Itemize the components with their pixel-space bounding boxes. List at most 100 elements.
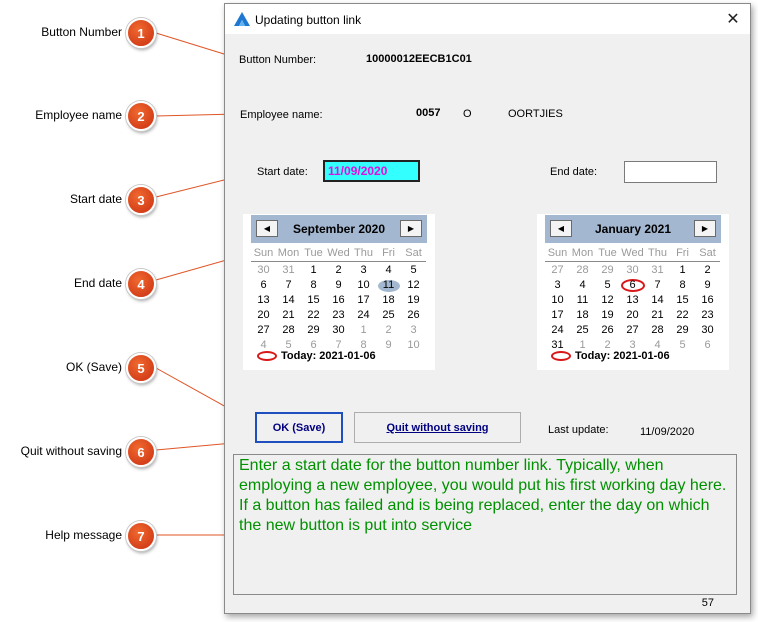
calendar-day[interactable]: 16 xyxy=(326,293,351,308)
calendar-day[interactable]: 7 xyxy=(276,278,301,293)
calendar-day[interactable]: 29 xyxy=(595,263,620,278)
calendar-day-today[interactable]: 6 xyxy=(620,278,645,293)
calendar-day[interactable]: 23 xyxy=(695,308,720,323)
calendar-day[interactable]: 26 xyxy=(401,308,426,323)
calendar-day[interactable]: 8 xyxy=(670,278,695,293)
calendar-day[interactable]: 24 xyxy=(545,323,570,338)
calendar-day[interactable]: 15 xyxy=(301,293,326,308)
calendar-day[interactable]: 2 xyxy=(695,263,720,278)
ok-save-button[interactable]: OK (Save) xyxy=(255,412,343,443)
calendar-day[interactable]: 25 xyxy=(570,323,595,338)
calendar-day[interactable]: 14 xyxy=(276,293,301,308)
calendar-day[interactable]: 8 xyxy=(301,278,326,293)
calendar-day[interactable]: 9 xyxy=(376,338,401,353)
calendar-day[interactable]: 21 xyxy=(276,308,301,323)
calendar-day[interactable]: 10 xyxy=(351,278,376,293)
help-message-box: Enter a start date for the button number… xyxy=(233,454,737,595)
calendar-today-link[interactable]: Today: 2021-01-06 xyxy=(551,350,670,362)
calendar-day[interactable]: 28 xyxy=(276,323,301,338)
callout-label-button-number: Button Number xyxy=(41,25,122,39)
calendar-day[interactable]: 30 xyxy=(326,323,351,338)
calendar-day[interactable]: 2 xyxy=(326,263,351,278)
calendar-day[interactable]: 29 xyxy=(301,323,326,338)
end-date-input[interactable] xyxy=(624,161,717,183)
calendar-day[interactable]: 31 xyxy=(276,263,301,278)
calendar-day[interactable]: 13 xyxy=(620,293,645,308)
calendar-day[interactable]: 30 xyxy=(251,263,276,278)
next-month-button[interactable]: ▶ xyxy=(694,220,716,237)
calendar-day[interactable]: 13 xyxy=(251,293,276,308)
calendar-day[interactable]: 28 xyxy=(570,263,595,278)
end-date-calendar[interactable]: ◀ January 2021 ▶ Sun Mon Tue Wed Thu Fri… xyxy=(537,214,729,370)
calendar-day[interactable]: 9 xyxy=(326,278,351,293)
calendar-day[interactable]: 17 xyxy=(351,293,376,308)
calendar-day[interactable]: 17 xyxy=(545,308,570,323)
weekday-thu: Thu xyxy=(354,247,373,259)
weekday-sun: Sun xyxy=(547,247,568,259)
calendar-day[interactable]: 28 xyxy=(645,323,670,338)
calendar-day[interactable]: 3 xyxy=(351,263,376,278)
calendar-day[interactable]: 1 xyxy=(351,323,376,338)
calendar-today-link[interactable]: Today: 2021-01-06 xyxy=(257,350,376,362)
calendar-day[interactable]: 18 xyxy=(376,293,401,308)
start-date-calendar[interactable]: ◀ September 2020 ▶ Sun Mon Tue Wed Thu F… xyxy=(243,214,435,370)
next-month-button[interactable]: ▶ xyxy=(400,220,422,237)
calendar-day[interactable]: 16 xyxy=(695,293,720,308)
calendar-day[interactable]: 31 xyxy=(645,263,670,278)
calendar-day[interactable]: 12 xyxy=(595,293,620,308)
calendar-day[interactable]: 6 xyxy=(251,278,276,293)
calendar-day[interactable]: 27 xyxy=(620,323,645,338)
calendar-day-grid: Sun Mon Tue Wed Thu Fri Sat 30 31 1 2 3 … xyxy=(251,246,427,353)
callout-label-help-message: Help message xyxy=(45,528,122,542)
calendar-day[interactable]: 5 xyxy=(401,263,426,278)
calendar-day[interactable]: 18 xyxy=(570,308,595,323)
calendar-day[interactable]: 7 xyxy=(645,278,670,293)
calendar-day[interactable]: 27 xyxy=(251,323,276,338)
calendar-day[interactable]: 20 xyxy=(251,308,276,323)
end-date-label: End date: xyxy=(550,166,598,178)
calendar-day[interactable]: 25 xyxy=(376,308,401,323)
calendar-day[interactable]: 3 xyxy=(401,323,426,338)
calendar-day[interactable]: 19 xyxy=(595,308,620,323)
calendar-day[interactable]: 19 xyxy=(401,293,426,308)
start-date-input[interactable]: 11/09/2020 xyxy=(323,160,420,182)
quit-without-saving-button[interactable]: Quit without saving xyxy=(354,412,521,443)
calendar-day[interactable]: 26 xyxy=(595,323,620,338)
callout-badge-1: 1 xyxy=(126,18,156,48)
calendar-day[interactable]: 6 xyxy=(695,338,720,353)
title-bar[interactable]: Updating button link ✕ xyxy=(225,4,750,34)
employee-name-label: Employee name: xyxy=(240,109,323,121)
calendar-day[interactable]: 12 xyxy=(401,278,426,293)
calendar-day[interactable]: 9 xyxy=(695,278,720,293)
calendar-header: ◀ September 2020 ▶ xyxy=(251,215,427,243)
calendar-day[interactable]: 10 xyxy=(401,338,426,353)
calendar-day[interactable]: 1 xyxy=(670,263,695,278)
button-number-label: Button Number: xyxy=(239,54,317,66)
employee-code: 0057 xyxy=(416,107,441,119)
calendar-header: ◀ January 2021 ▶ xyxy=(545,215,721,243)
calendar-day[interactable]: 5 xyxy=(595,278,620,293)
calendar-day[interactable]: 30 xyxy=(620,263,645,278)
calendar-day[interactable]: 23 xyxy=(326,308,351,323)
calendar-day[interactable]: 5 xyxy=(670,338,695,353)
calendar-day[interactable]: 20 xyxy=(620,308,645,323)
calendar-day[interactable]: 30 xyxy=(695,323,720,338)
calendar-day[interactable]: 4 xyxy=(376,263,401,278)
calendar-day[interactable]: 29 xyxy=(670,323,695,338)
calendar-day[interactable]: 22 xyxy=(670,308,695,323)
close-icon[interactable]: ✕ xyxy=(716,4,750,34)
calendar-day[interactable]: 4 xyxy=(570,278,595,293)
calendar-day[interactable]: 24 xyxy=(351,308,376,323)
calendar-day[interactable]: 15 xyxy=(670,293,695,308)
calendar-day[interactable]: 21 xyxy=(645,308,670,323)
calendar-day[interactable]: 27 xyxy=(545,263,570,278)
calendar-day[interactable]: 10 xyxy=(545,293,570,308)
calendar-day[interactable]: 3 xyxy=(545,278,570,293)
calendar-day[interactable]: 11 xyxy=(570,293,595,308)
calendar-day[interactable]: 2 xyxy=(376,323,401,338)
calendar-day[interactable]: 22 xyxy=(301,308,326,323)
calendar-day[interactable]: 1 xyxy=(301,263,326,278)
help-message-text: Enter a start date for the button number… xyxy=(239,457,727,534)
calendar-day[interactable]: 14 xyxy=(645,293,670,308)
calendar-day-selected[interactable]: 11 xyxy=(376,278,401,293)
